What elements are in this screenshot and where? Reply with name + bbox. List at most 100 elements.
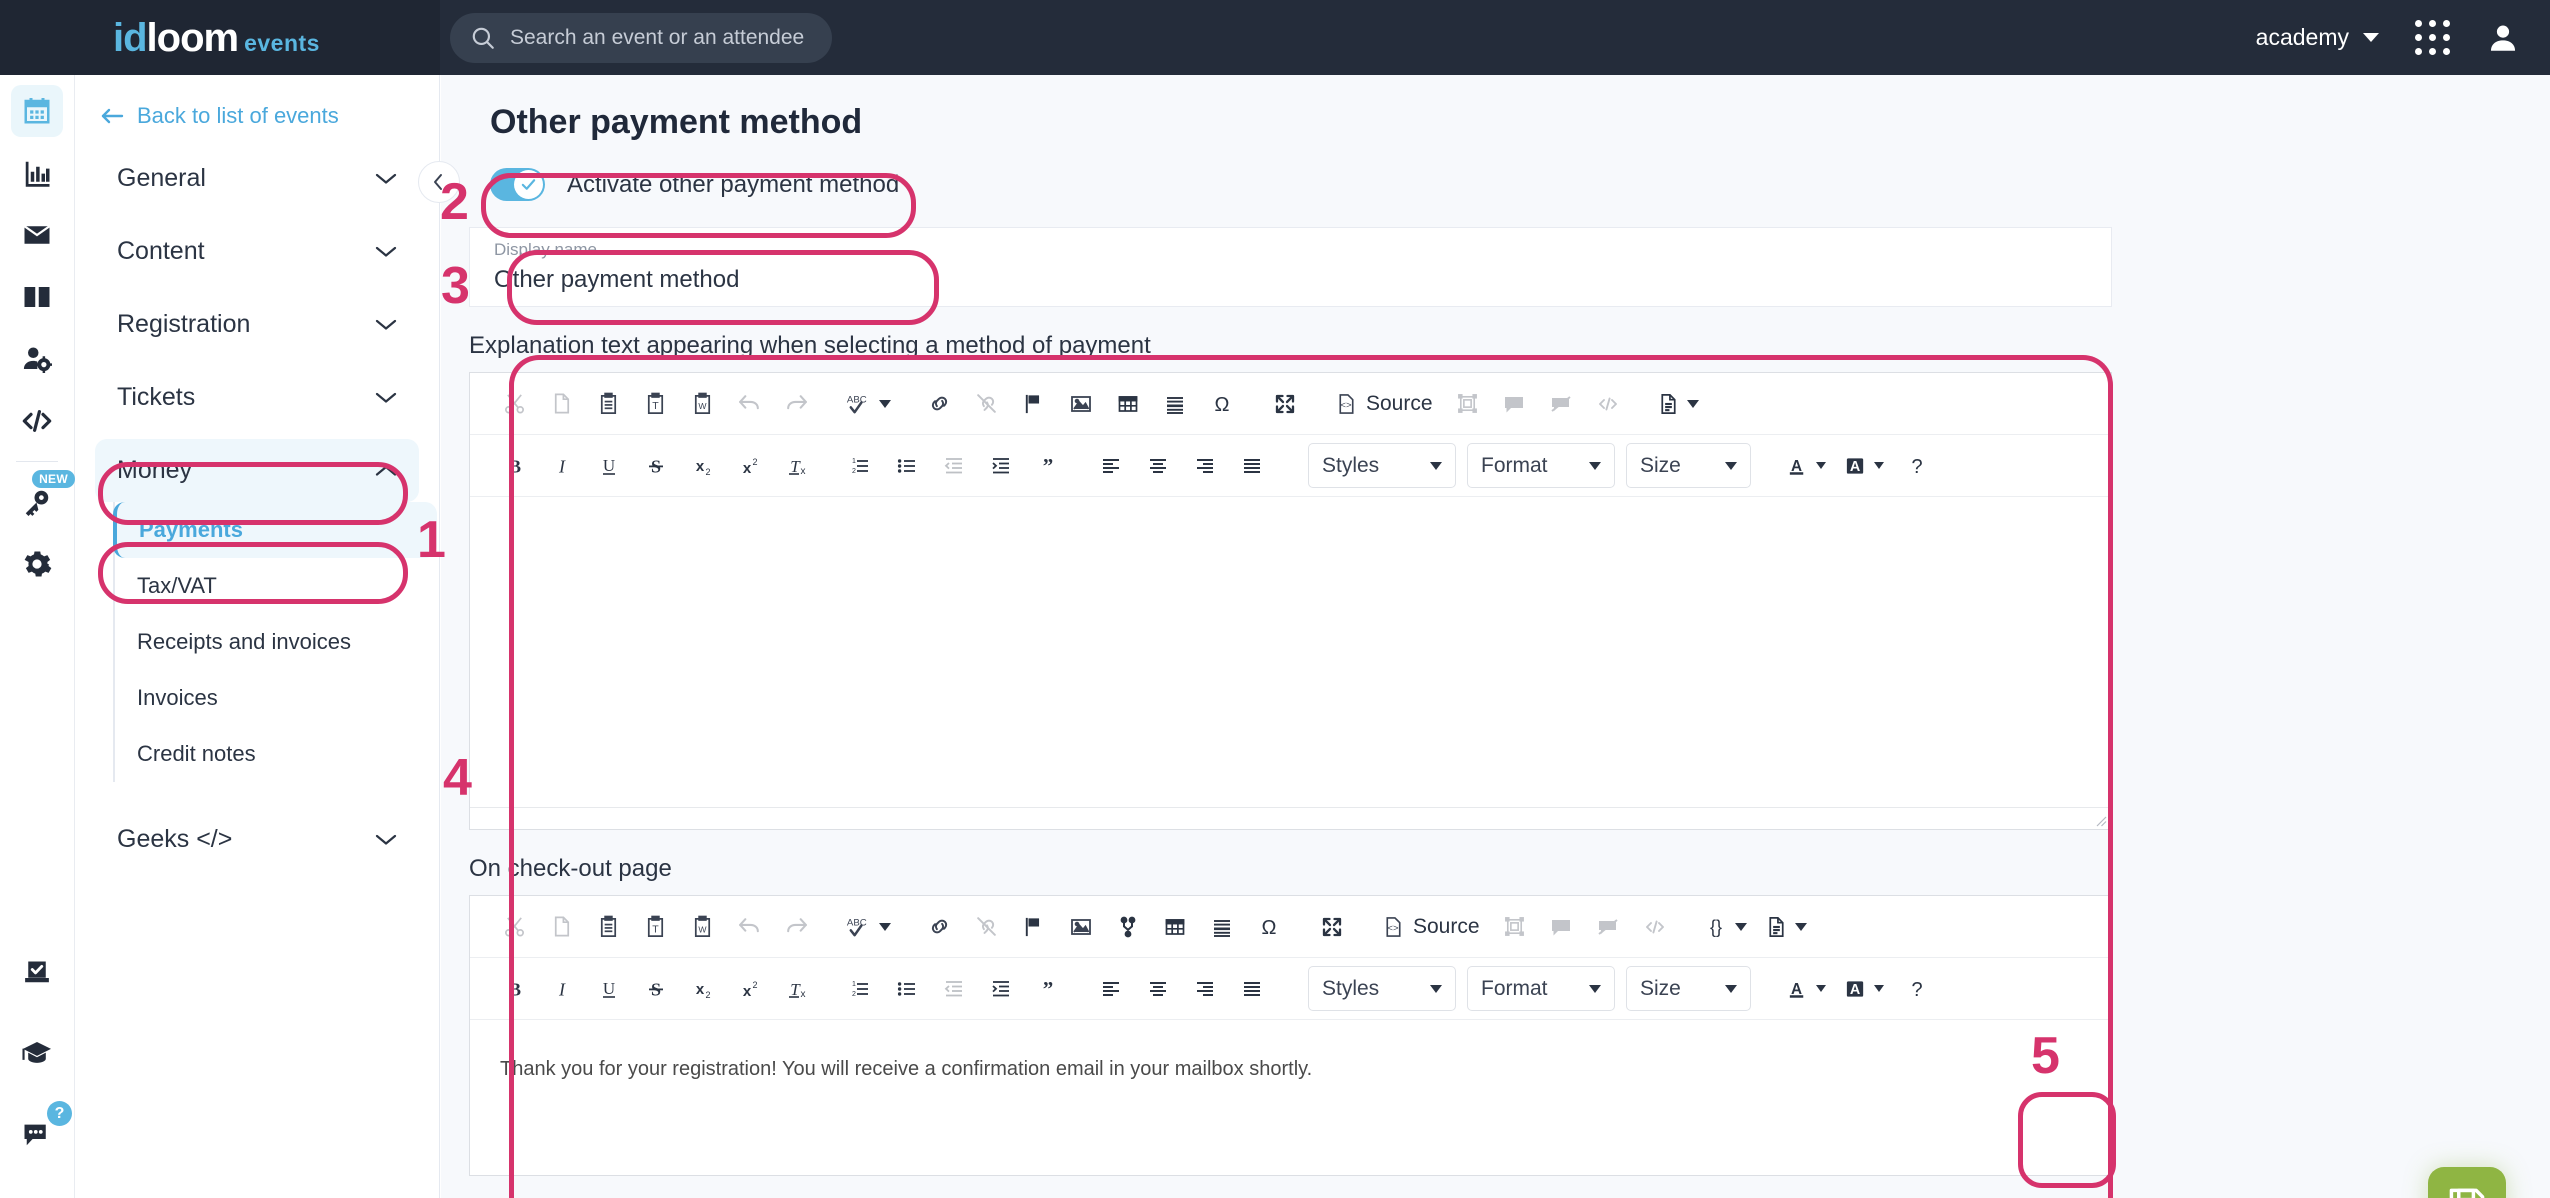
rail-item-emails[interactable] <box>11 209 63 261</box>
tb-bg-color-button[interactable]: A <box>1836 443 1892 488</box>
tb-track-changes-button[interactable] <box>1539 381 1584 426</box>
tb-italic-button[interactable]: I <box>539 443 584 488</box>
tb2-bg-color-button[interactable]: A <box>1836 966 1892 1011</box>
tb-indent-button[interactable] <box>978 443 1023 488</box>
tb-copy-button[interactable] <box>539 381 584 426</box>
tb2-outdent-button[interactable] <box>931 966 976 1011</box>
tb2-spell-check-button[interactable]: ABC <box>837 904 899 949</box>
tb2-embed-code-button[interactable] <box>1633 904 1678 949</box>
tb2-copy-button[interactable] <box>539 904 584 949</box>
tb-templates-button[interactable] <box>1649 381 1707 426</box>
tb-bold-button[interactable]: B <box>492 443 537 488</box>
tb2-maximize-button[interactable] <box>1309 904 1354 949</box>
tb-cut-button[interactable] <box>492 381 537 426</box>
tb2-paste-from-word-button[interactable]: W <box>680 904 725 949</box>
tb2-strikethrough-button[interactable]: S <box>633 966 678 1011</box>
tb2-align-justify-button[interactable] <box>1229 966 1274 1011</box>
tb2-templates-button[interactable] <box>1757 904 1815 949</box>
tb-superscript-button[interactable]: x2 <box>727 443 772 488</box>
rail-item-statistics[interactable] <box>11 147 63 199</box>
tb-redo-button[interactable] <box>774 381 819 426</box>
tb-paste-button[interactable] <box>586 381 631 426</box>
tb2-track-changes-button[interactable] <box>1586 904 1631 949</box>
tb-size-combo[interactable]: Size <box>1626 443 1751 488</box>
tb2-unlink-button[interactable] <box>964 904 1009 949</box>
tb2-align-center-button[interactable] <box>1135 966 1180 1011</box>
tb2-numbered-list-button[interactable]: 12 <box>837 966 882 1011</box>
rail-item-api-keys[interactable]: NEW <box>11 476 63 528</box>
tb-table-button[interactable] <box>1105 381 1150 426</box>
nav-item-tax-vat[interactable]: Tax/VAT <box>113 558 437 614</box>
tb2-superscript-button[interactable]: x2 <box>727 966 772 1011</box>
nav-item-payments[interactable]: Payments <box>113 502 437 558</box>
tb2-styles-combo[interactable]: Styles <box>1308 966 1456 1011</box>
tb-unlink-button[interactable] <box>964 381 1009 426</box>
search-box[interactable] <box>450 13 832 63</box>
tb2-italic-button[interactable]: I <box>539 966 584 1011</box>
tb2-about-button[interactable]: ? <box>1894 966 1939 1011</box>
tb-outdent-button[interactable] <box>931 443 976 488</box>
tb2-merge-field-button[interactable] <box>1105 904 1150 949</box>
tb-align-justify-button[interactable] <box>1229 443 1274 488</box>
tb2-horizontal-rule-button[interactable] <box>1199 904 1244 949</box>
tb2-source-button[interactable]: <> Source <box>1372 904 1490 949</box>
nav-item-tickets[interactable]: Tickets <box>95 366 419 429</box>
tb2-paste-as-text-button[interactable]: T <box>633 904 678 949</box>
display-name-field[interactable]: Display name Other payment method <box>494 240 894 293</box>
rail-item-library[interactable] <box>11 271 63 323</box>
tb-styles-combo[interactable]: Styles <box>1308 443 1456 488</box>
tb2-size-combo[interactable]: Size <box>1626 966 1751 1011</box>
rail-item-attendees[interactable] <box>11 333 63 385</box>
rail-item-academy[interactable] <box>11 1028 63 1080</box>
tb2-anchor-button[interactable] <box>1011 904 1056 949</box>
tb2-blockquote-button[interactable]: ” <box>1025 966 1070 1011</box>
rail-item-developers[interactable] <box>11 395 63 447</box>
tb2-show-blocks-button[interactable] <box>1492 904 1537 949</box>
nav-item-money[interactable]: Money <box>95 439 419 502</box>
tb2-redo-button[interactable] <box>774 904 819 949</box>
tb-link-button[interactable] <box>917 381 962 426</box>
nav-item-content[interactable]: Content <box>95 220 419 283</box>
tb-paste-as-text-button[interactable]: T <box>633 381 678 426</box>
search-input[interactable] <box>508 25 808 51</box>
tb-horizontal-rule-button[interactable] <box>1152 381 1197 426</box>
activate-other-payment-toggle[interactable] <box>490 168 545 201</box>
tb-source-button[interactable]: <> Source <box>1325 381 1443 426</box>
rail-item-support[interactable]: ? <box>11 1108 63 1160</box>
resize-grip-icon[interactable] <box>2093 813 2107 827</box>
tb-bulleted-list-button[interactable] <box>884 443 929 488</box>
tb-undo-button[interactable] <box>727 381 772 426</box>
tb2-placeholders-button[interactable]: {} <box>1696 904 1755 949</box>
tb-spell-check-button[interactable]: ABC <box>837 381 899 426</box>
tb-align-left-button[interactable] <box>1088 443 1133 488</box>
tb2-underline-button[interactable]: U <box>586 966 631 1011</box>
nav-item-invoices[interactable]: Invoices <box>113 670 437 726</box>
tb2-bulleted-list-button[interactable] <box>884 966 929 1011</box>
tb-strikethrough-button[interactable]: S <box>633 443 678 488</box>
nav-item-registration[interactable]: Registration <box>95 293 419 356</box>
tb-comment-button[interactable] <box>1492 381 1537 426</box>
app-logo[interactable]: idloomevents <box>0 0 440 75</box>
tb2-table-button[interactable] <box>1152 904 1197 949</box>
tb-about-button[interactable]: ? <box>1894 443 1939 488</box>
tb-paste-from-word-button[interactable]: W <box>680 381 725 426</box>
rail-item-check-in[interactable] <box>11 948 63 1000</box>
tb-maximize-button[interactable] <box>1262 381 1307 426</box>
editor2-content-area[interactable]: Thank you for your registration! You wil… <box>470 1020 2111 1175</box>
tb-align-center-button[interactable] <box>1135 443 1180 488</box>
nav-item-general[interactable]: General <box>95 147 419 210</box>
nav-item-credit-notes[interactable]: Credit notes <box>113 726 437 782</box>
tb2-text-color-button[interactable]: A <box>1778 966 1834 1011</box>
back-to-events-link[interactable]: Back to list of events <box>75 75 439 129</box>
tb-remove-format-button[interactable]: Tx <box>774 443 819 488</box>
tb2-image-button[interactable] <box>1058 904 1103 949</box>
tb-subscript-button[interactable]: x2 <box>680 443 725 488</box>
tb2-comment-button[interactable] <box>1539 904 1584 949</box>
tb-format-combo[interactable]: Format <box>1467 443 1615 488</box>
grid-apps-icon[interactable] <box>2415 20 2450 55</box>
tb-blockquote-button[interactable]: ” <box>1025 443 1070 488</box>
tb-anchor-button[interactable] <box>1011 381 1056 426</box>
tb2-special-char-button[interactable]: Ω <box>1246 904 1291 949</box>
tb2-subscript-button[interactable]: x2 <box>680 966 725 1011</box>
tb2-remove-format-button[interactable]: Tx <box>774 966 819 1011</box>
